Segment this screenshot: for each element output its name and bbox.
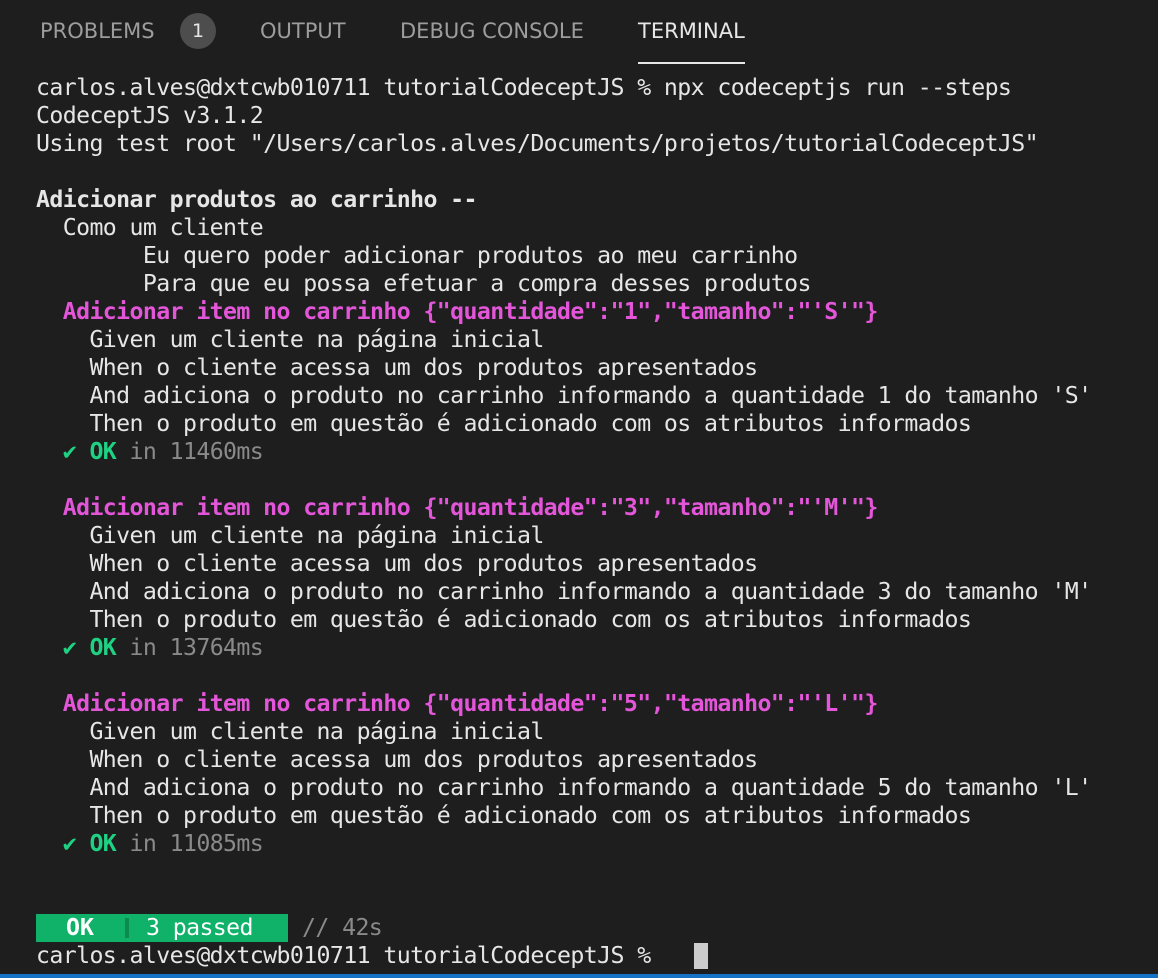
ok-status: ✔ OK (36, 830, 117, 857)
feature-desc-line: Eu quero poder adicionar produtos ao meu… (36, 242, 798, 269)
feature-desc-line: Para que eu possa efetuar a compra desse… (36, 270, 812, 297)
command-line: carlos.alves@dxtcwb010711 tutorialCodece… (36, 74, 1012, 101)
summary-separator (125, 918, 129, 938)
scenario-step: When o cliente acessa um dos produtos ap… (36, 354, 758, 381)
tab-debug-console[interactable]: DEBUG CONSOLE (400, 16, 584, 48)
panel-tab-bar: PROBLEMS 1 OUTPUT DEBUG CONSOLE TERMINAL (0, 0, 1158, 64)
scenario-duration: in 13764ms (116, 634, 264, 661)
scenario-step: And adiciona o produto no carrinho infor… (36, 382, 1092, 409)
test-root-line: Using test root "/Users/carlos.alves/Doc… (36, 130, 1039, 157)
scenario-title: Adicionar item no carrinho {"quantidade"… (36, 494, 879, 521)
feature-title: Adicionar produtos ao carrinho -- (36, 186, 477, 213)
tab-terminal[interactable]: TERMINAL (638, 16, 745, 64)
scenario-step: When o cliente acessa um dos produtos ap… (36, 550, 758, 577)
scenario-step: Then o produto em questão é adicionado c… (36, 410, 972, 437)
status-bar-strip (0, 974, 1158, 978)
scenario-step: Given um cliente na página inicial (36, 522, 544, 549)
version-line: CodeceptJS v3.1.2 (36, 102, 264, 129)
tab-output[interactable]: OUTPUT (260, 16, 346, 48)
scenario-step: Given um cliente na página inicial (36, 718, 544, 745)
scenario-duration: in 11085ms (116, 830, 264, 857)
terminal-cursor (694, 943, 708, 969)
scenario-title: Adicionar item no carrinho {"quantidade"… (36, 690, 879, 717)
ok-status: ✔ OK (36, 438, 117, 465)
summary-time: // 42s (302, 914, 383, 941)
scenario-step: And adiciona o produto no carrinho infor… (36, 774, 1092, 801)
tab-problems[interactable]: PROBLEMS (40, 16, 155, 48)
scenario-result: ✔ OK in 11085ms (36, 830, 264, 858)
prompt-line: carlos.alves@dxtcwb010711 tutorialCodece… (36, 942, 664, 969)
problems-count-badge: 1 (180, 13, 216, 49)
scenario-result: ✔ OK in 13764ms (36, 634, 264, 662)
summary-status: OK (66, 914, 94, 941)
scenario-step: Then o produto em questão é adicionado c… (36, 802, 972, 829)
summary-passed: 3 passed (146, 914, 253, 941)
scenario-step: Then o produto em questão é adicionado c… (36, 606, 972, 633)
scenario-step: Given um cliente na página inicial (36, 326, 544, 353)
scenario-step: When o cliente acessa um dos produtos ap… (36, 746, 758, 773)
scenario-result: ✔ OK in 11460ms (36, 438, 264, 466)
active-tab-indicator (638, 62, 745, 64)
summary-bar: OK 3 passed (36, 914, 288, 942)
terminal-output[interactable]: carlos.alves@dxtcwb010711 tutorialCodece… (36, 74, 1158, 970)
tab-terminal-label: TERMINAL (638, 19, 745, 43)
scenario-duration: in 11460ms (116, 438, 264, 465)
ok-status: ✔ OK (36, 634, 117, 661)
scenario-step: And adiciona o produto no carrinho infor… (36, 578, 1092, 605)
scenario-title: Adicionar item no carrinho {"quantidade"… (36, 298, 879, 325)
feature-desc-line: Como um cliente (36, 214, 264, 241)
